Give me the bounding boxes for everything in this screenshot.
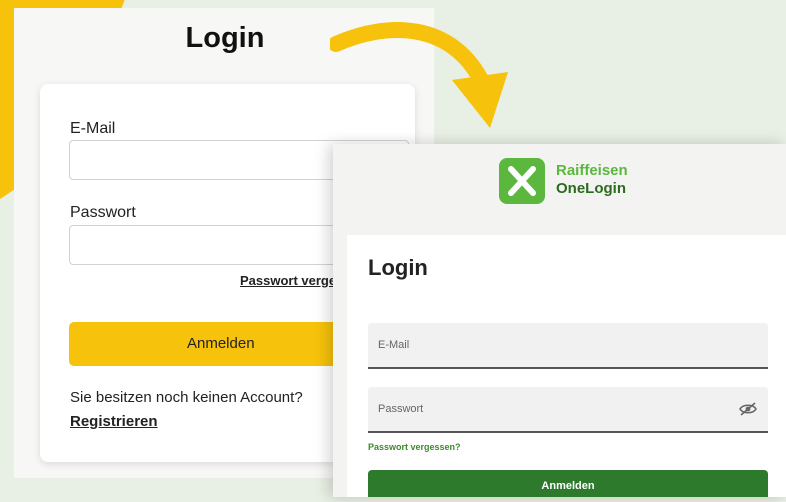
new-password-placeholder: Passwort — [378, 403, 424, 415]
old-email-label: E-Mail — [70, 120, 116, 137]
raiffeisen-logo-icon — [499, 158, 545, 204]
brand-name-line2: OneLogin — [556, 180, 626, 197]
old-register-link[interactable]: Registrieren — [70, 413, 158, 430]
new-forgot-password-link[interactable]: Passwort vergessen? — [368, 442, 461, 452]
new-login-window: Raiffeisen OneLogin Login E-Mail Passwor… — [333, 144, 786, 497]
new-password-input[interactable]: Passwort — [368, 387, 768, 433]
new-login-title: Login — [368, 255, 428, 280]
new-email-placeholder: E-Mail — [378, 339, 410, 351]
brand-name-line1: Raiffeisen — [556, 162, 628, 179]
new-login-card: Login E-Mail Passwort Passwort vergessen… — [347, 235, 786, 497]
eye-slash-icon[interactable] — [738, 401, 758, 417]
new-email-input[interactable]: E-Mail — [368, 323, 768, 369]
old-password-label: Passwort — [70, 204, 136, 221]
old-no-account-text: Sie besitzen noch keinen Account? — [70, 389, 303, 406]
curved-arrow-icon — [330, 22, 508, 128]
new-login-button[interactable]: Anmelden — [368, 470, 768, 497]
